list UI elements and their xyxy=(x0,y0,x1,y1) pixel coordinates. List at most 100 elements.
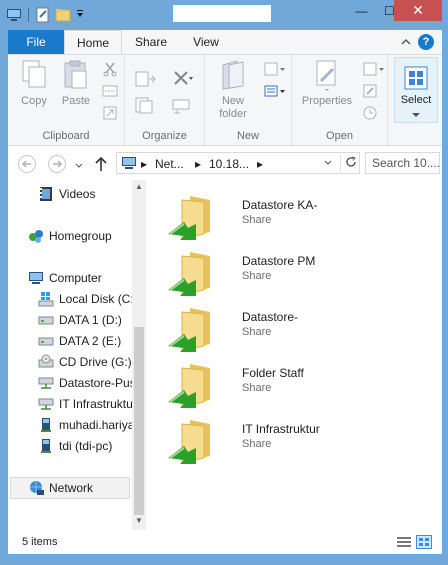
refresh-button[interactable] xyxy=(340,152,360,174)
nav-item-network[interactable]: Network xyxy=(10,477,130,499)
item-type: Share xyxy=(242,438,272,450)
tab-view[interactable]: View xyxy=(180,30,232,54)
collapse-ribbon-chevron-icon[interactable] xyxy=(400,36,412,48)
nav-item-homegroup[interactable]: Homegroup xyxy=(8,225,132,247)
nav-item-cd-drive[interactable]: CD Drive (G:) xyxy=(8,351,132,373)
customize-toolbar-chevron-icon[interactable] xyxy=(75,7,91,23)
scroll-down-arrow-icon[interactable]: ▼ xyxy=(132,514,146,528)
paste-shortcut-icon[interactable] xyxy=(102,105,118,121)
tab-file[interactable]: File xyxy=(8,30,64,54)
nav-item-datastore-pus[interactable]: Datastore-Pus xyxy=(8,372,132,394)
nav-item-local-disk[interactable]: Local Disk (C:) xyxy=(8,288,132,310)
list-item[interactable]: Datastore- Share xyxy=(166,304,436,354)
tab-home[interactable]: Home xyxy=(64,30,122,55)
history-icon[interactable] xyxy=(362,105,378,121)
organize-group-label: Organize xyxy=(142,130,187,142)
network-computer-icon xyxy=(38,417,54,433)
drive-icon xyxy=(38,312,54,328)
open-icon[interactable] xyxy=(362,61,386,77)
copy-icon xyxy=(20,59,48,91)
nav-item-videos[interactable]: Videos xyxy=(8,183,132,205)
network-drive-icon xyxy=(38,375,54,391)
item-type: Share xyxy=(242,326,272,338)
new-folder-icon[interactable] xyxy=(55,7,71,23)
breadcrumb-network[interactable]: Net... xyxy=(155,157,184,171)
list-item[interactable]: Folder Staff Share xyxy=(166,360,436,410)
close-button[interactable]: ✕ xyxy=(394,0,442,21)
nav-label: Computer xyxy=(49,271,102,285)
copy-label: Copy xyxy=(21,95,47,107)
nav-item-tdi[interactable]: tdi (tdi-pc) xyxy=(8,435,132,457)
cut-icon[interactable] xyxy=(102,61,118,77)
back-button[interactable] xyxy=(18,155,36,173)
nav-item-data2[interactable]: DATA 2 (E:) xyxy=(8,330,132,352)
details-view-icon[interactable] xyxy=(396,535,412,549)
new-folder-label-line2: folder xyxy=(219,108,247,120)
breadcrumb-host[interactable]: 10.18... xyxy=(209,157,249,171)
delete-icon[interactable] xyxy=(171,69,193,89)
minimize-button[interactable]: — xyxy=(348,0,375,21)
nav-label: DATA 1 (D:) xyxy=(59,313,122,327)
nav-item-it-infrastruktur[interactable]: IT Infrastruktur xyxy=(8,393,132,415)
rename-icon[interactable] xyxy=(171,95,193,115)
large-icons-view-icon[interactable] xyxy=(416,535,432,549)
list-item[interactable]: IT Infrastruktur Share xyxy=(166,416,436,466)
network-computer-icon xyxy=(121,156,137,173)
edit-icon[interactable] xyxy=(362,83,378,99)
video-folder-icon xyxy=(38,186,54,202)
move-to-icon[interactable] xyxy=(135,69,157,89)
window-title xyxy=(173,5,271,22)
address-bar[interactable]: ▸ Net... ▸ 10.18... ▸ xyxy=(116,152,360,174)
recent-locations-chevron-icon[interactable] xyxy=(74,160,84,170)
list-item[interactable]: Datastore KA- Share xyxy=(166,192,436,242)
shared-folder-icon xyxy=(166,362,216,410)
tab-share[interactable]: Share xyxy=(126,30,176,54)
select-button[interactable]: Select xyxy=(394,57,438,123)
nav-item-data1[interactable]: DATA 1 (D:) xyxy=(8,309,132,331)
copy-button[interactable]: Copy xyxy=(14,59,54,108)
scroll-thumb[interactable] xyxy=(134,327,144,515)
copy-path-icon[interactable] xyxy=(102,83,118,99)
nav-scrollbar[interactable]: ▲ ▼ xyxy=(132,180,146,530)
copy-to-icon[interactable] xyxy=(135,95,157,115)
nav-label: CD Drive (G:) xyxy=(59,355,132,369)
breadcrumb-separator-icon: ▸ xyxy=(257,157,264,171)
easy-access-icon[interactable] xyxy=(263,83,287,99)
paste-label: Paste xyxy=(61,95,91,107)
paste-button[interactable]: Paste xyxy=(56,59,96,108)
scroll-up-arrow-icon[interactable]: ▲ xyxy=(132,180,146,194)
address-history-chevron-icon[interactable] xyxy=(323,155,333,172)
open-group-label: Open xyxy=(326,130,353,142)
list-item[interactable]: Datastore PM Share xyxy=(166,248,436,298)
nav-label: Videos xyxy=(59,187,96,201)
status-bar: 5 items xyxy=(8,530,442,554)
item-type: Share xyxy=(242,214,272,226)
computer-icon xyxy=(28,270,44,286)
clipboard-group-label: Clipboard xyxy=(42,130,90,142)
nav-label: tdi (tdi-pc) xyxy=(59,439,113,453)
item-name: Datastore PM xyxy=(242,254,316,268)
search-input[interactable]: Search 10.... xyxy=(365,152,440,174)
shared-folder-icon xyxy=(166,194,216,242)
network-computer-icon xyxy=(38,438,54,454)
nav-item-computer[interactable]: Computer xyxy=(8,267,132,289)
main-area: Videos Homegroup Computer Local Disk (C:… xyxy=(8,180,442,530)
windows-drive-icon xyxy=(38,291,54,307)
new-folder-button[interactable]: New folder xyxy=(211,59,255,121)
toolbar-divider xyxy=(28,8,29,22)
organize-group: Organize xyxy=(125,55,205,145)
item-type: Share xyxy=(242,382,272,394)
paste-icon xyxy=(62,59,90,91)
new-group-label: New xyxy=(236,130,259,142)
nav-item-muhadi[interactable]: muhadi.hariya xyxy=(8,414,132,436)
new-folder-label-line1: New xyxy=(221,95,244,107)
breadcrumb-separator-icon: ▸ xyxy=(141,157,148,171)
title-bar: — ☐ ✕ xyxy=(0,0,448,30)
new-item-icon[interactable] xyxy=(263,61,287,77)
forward-button[interactable] xyxy=(48,155,66,173)
help-button[interactable]: ? xyxy=(418,34,434,50)
computer-icon[interactable] xyxy=(6,7,22,23)
up-arrow-icon[interactable] xyxy=(94,156,108,172)
properties-icon[interactable] xyxy=(35,7,51,23)
properties-button[interactable]: Properties xyxy=(296,59,358,108)
